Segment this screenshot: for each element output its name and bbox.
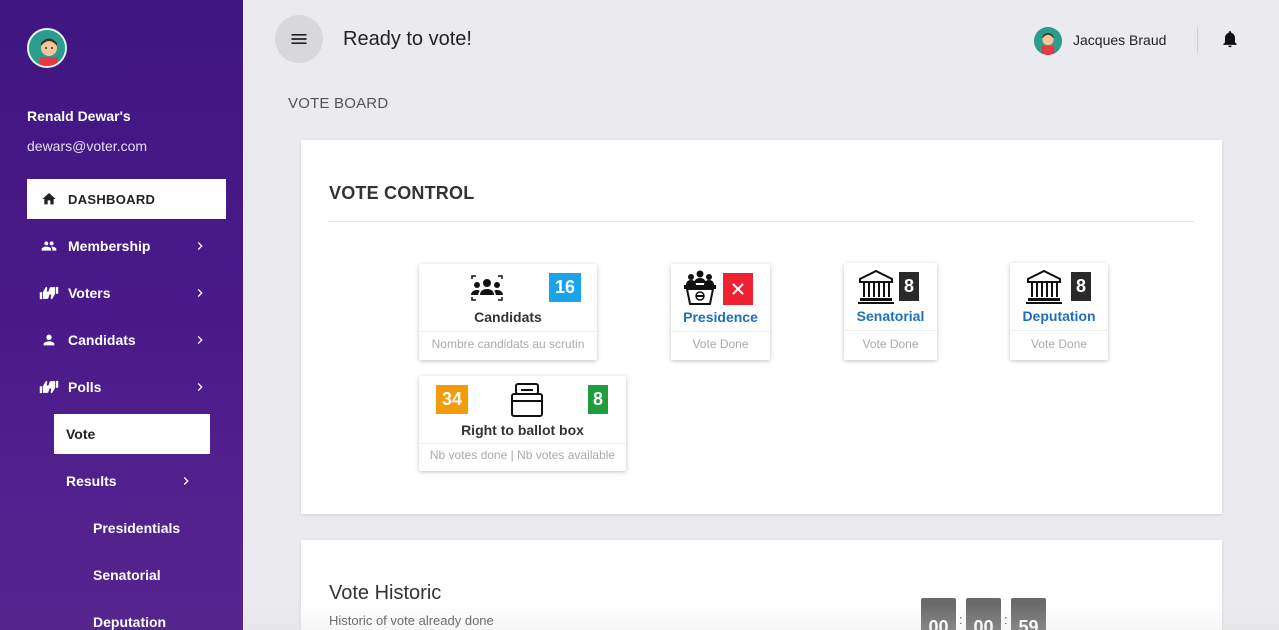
senatorial-label[interactable]: Senatorial bbox=[844, 308, 937, 324]
ballot-sub: Nb votes done | Nb votes available bbox=[429, 448, 616, 462]
timer-hours: 00 bbox=[921, 598, 956, 630]
sidebar-user-email: dewars@voter.com bbox=[27, 138, 148, 154]
thumbs-icon bbox=[39, 285, 59, 301]
vote-historic-card: Vote Historic Historic of vote already d… bbox=[301, 540, 1222, 630]
tile-separator bbox=[844, 330, 937, 331]
building-columns-icon bbox=[858, 269, 894, 304]
timer-colon: : bbox=[1004, 612, 1008, 627]
sidebar-item-results[interactable]: Results bbox=[54, 463, 210, 499]
menu-toggle-button[interactable] bbox=[275, 15, 323, 63]
chevron-right-icon bbox=[197, 383, 203, 391]
person-icon bbox=[39, 332, 59, 348]
sidebar-item-label: Voters bbox=[68, 285, 111, 301]
sidebar-item-voters[interactable]: Voters bbox=[27, 275, 226, 311]
sidebar-item-label: Polls bbox=[68, 379, 102, 395]
page-title: Ready to vote! bbox=[343, 28, 472, 50]
sidebar-item-polls[interactable]: Polls bbox=[27, 369, 226, 405]
breadcrumb: VOTE BOARD bbox=[288, 95, 389, 112]
podium-icon bbox=[684, 270, 716, 305]
sidebar-item-vote[interactable]: Vote bbox=[54, 414, 210, 454]
card-title: VOTE CONTROL bbox=[329, 183, 475, 203]
building-columns-icon bbox=[1026, 269, 1062, 304]
deputation-count-badge: 8 bbox=[1071, 272, 1091, 301]
sidebar-item-label: Results bbox=[66, 473, 117, 489]
deputation-label[interactable]: Deputation bbox=[1010, 308, 1108, 324]
header-divider bbox=[1197, 27, 1198, 53]
senatorial-sub: Vote Done bbox=[862, 337, 919, 351]
candidats-label: Candidats bbox=[474, 309, 542, 325]
chevron-right-icon bbox=[197, 289, 203, 297]
timer-seconds: 59 bbox=[1011, 598, 1046, 630]
sidebar-item-candidats[interactable]: Candidats bbox=[27, 322, 226, 358]
sidebar-item-senatorial[interactable]: Senatorial bbox=[93, 567, 161, 583]
sidebar-item-label: Candidats bbox=[68, 332, 136, 348]
timer-colon: : bbox=[959, 612, 963, 627]
close-icon bbox=[732, 283, 744, 295]
sidebar-avatar[interactable] bbox=[27, 28, 67, 68]
senatorial-tile[interactable]: 8 Senatorial Vote Done bbox=[844, 263, 937, 360]
chevron-right-icon bbox=[197, 242, 203, 250]
status-badge bbox=[723, 273, 753, 305]
candidats-count-badge: 16 bbox=[549, 273, 581, 302]
sidebar: Renald Dewar's dewars@voter.com DASHBOAR… bbox=[0, 0, 243, 630]
sidebar-item-dashboard[interactable]: DASHBOARD bbox=[27, 179, 226, 219]
sidebar-item-deputation[interactable]: Deputation bbox=[93, 614, 166, 630]
home-icon bbox=[41, 191, 57, 207]
historic-subtitle: Historic of vote already done bbox=[329, 613, 494, 628]
ballot-box-tile[interactable]: 34 8 Right to ballot box Nb votes done |… bbox=[419, 376, 626, 471]
presidence-label[interactable]: Presidence bbox=[671, 309, 770, 325]
bell-icon[interactable] bbox=[1220, 29, 1240, 49]
votes-done-badge: 34 bbox=[436, 385, 468, 414]
deputation-sub: Vote Done bbox=[1030, 337, 1088, 351]
candidats-sub: Nombre candidats au scrutin bbox=[431, 337, 585, 351]
tile-separator bbox=[671, 331, 770, 332]
votes-available-badge: 8 bbox=[588, 385, 608, 414]
ballot-box-icon bbox=[511, 383, 543, 417]
people-icon bbox=[39, 238, 59, 254]
thumbs-icon bbox=[39, 379, 59, 395]
presidence-tile[interactable]: Presidence Vote Done bbox=[671, 264, 770, 360]
ballot-label: Right to ballot box bbox=[461, 422, 584, 438]
chevron-right-icon bbox=[197, 336, 203, 344]
hamburger-icon bbox=[291, 34, 307, 44]
avatar[interactable] bbox=[1034, 27, 1062, 55]
tile-separator bbox=[419, 331, 597, 332]
deputation-tile[interactable]: 8 Deputation Vote Done bbox=[1010, 263, 1108, 360]
historic-title: Vote Historic bbox=[329, 582, 442, 604]
sidebar-item-label: DASHBOARD bbox=[68, 191, 156, 207]
divider bbox=[329, 221, 1194, 222]
tile-separator bbox=[1010, 330, 1108, 331]
sidebar-user-name: Renald Dewar's bbox=[27, 108, 131, 124]
chevron-right-icon bbox=[183, 477, 189, 485]
group-icon bbox=[471, 275, 503, 301]
vote-control-card: VOTE CONTROL 16 Candidats Nombre candida… bbox=[301, 140, 1222, 514]
presidence-sub: Vote Done bbox=[692, 337, 749, 351]
senatorial-count-badge: 8 bbox=[899, 272, 919, 301]
header-user-name[interactable]: Jacques Braud bbox=[1073, 32, 1166, 48]
candidats-tile[interactable]: 16 Candidats Nombre candidats au scrutin bbox=[419, 264, 597, 360]
sidebar-item-label: Membership bbox=[68, 238, 151, 254]
sidebar-item-membership[interactable]: Membership bbox=[27, 228, 226, 264]
timer-minutes: 00 bbox=[966, 598, 1001, 630]
sidebar-item-presidentials[interactable]: Presidentials bbox=[93, 520, 180, 536]
tile-separator bbox=[419, 443, 626, 444]
